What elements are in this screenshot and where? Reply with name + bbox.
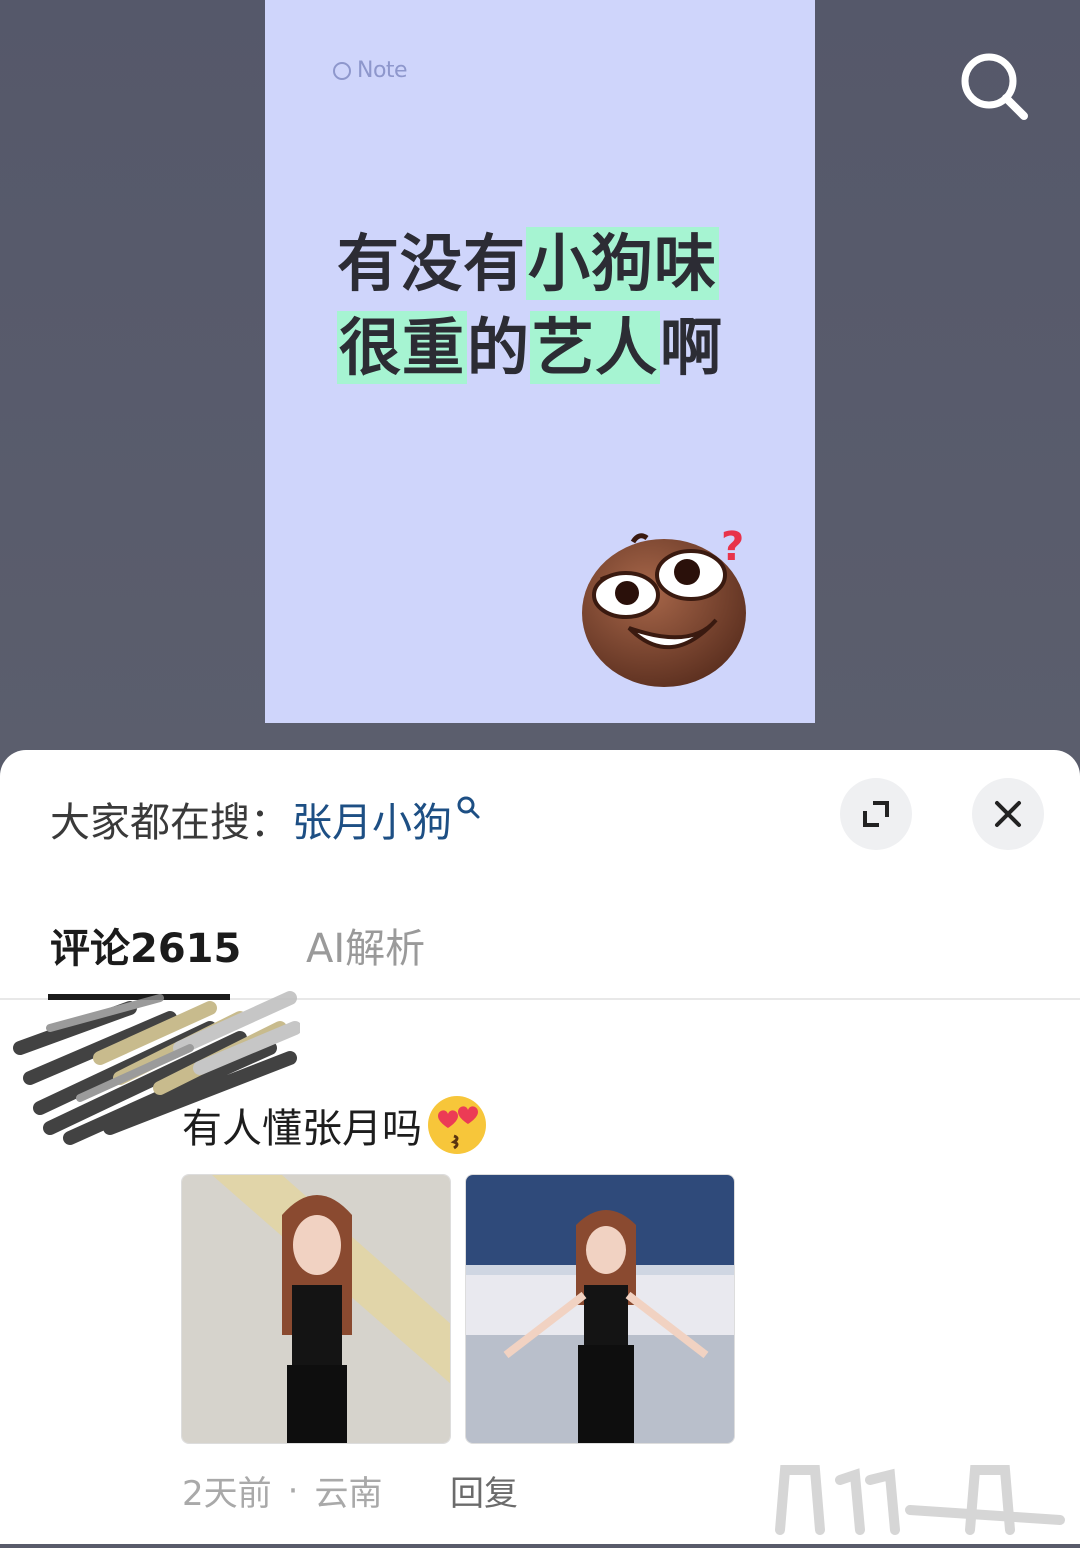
tab-comments-count: 2615 [130,926,242,972]
note-line2-a: 很重 [337,311,468,384]
svg-text:?: ? [721,524,744,570]
note-line1-b: 小狗味 [526,227,720,300]
note-brand: Note [333,58,408,83]
meta-dot: · [287,1470,299,1511]
note-circle-icon [333,61,351,80]
close-icon [995,801,1021,827]
tab-comments-label: 评论 [50,926,130,972]
comment-text: 有人懂张月吗 [182,1094,488,1156]
tab-ai-analysis[interactable]: AI解析 [306,916,425,974]
expand-button[interactable] [840,778,912,850]
close-button[interactable] [972,778,1044,850]
expand-icon [863,801,889,827]
like-area-obscured [760,1460,1080,1544]
comment-photo-1[interactable] [181,1174,451,1444]
tab-comments[interactable]: 评论2615 [50,916,241,974]
comment-photo-2[interactable] [465,1174,735,1444]
comment-location: 云南 [314,1474,383,1514]
note-line1-a: 有没有 [337,227,527,300]
search-small-icon [457,796,480,819]
search-icon[interactable] [958,50,1032,124]
comment-body: 有人懂张月吗 [182,1106,422,1152]
comment-meta: 2天前 · 云南 [182,1466,382,1515]
reply-button[interactable]: 回复 [450,1466,518,1515]
note-line2-c: 艺人 [530,311,661,384]
tab-bar: 评论2615 AI解析 [0,890,1080,1000]
note-line2-b: 的 [467,311,531,384]
note-brand-label: Note [357,58,408,83]
comment-time: 2天前 [182,1474,272,1514]
note-line2-d: 啊 [660,311,724,384]
trend-prefix: 大家都在搜： [50,800,290,846]
trending-search: 大家都在搜： 张月小狗 [50,790,482,848]
note-title: 有没有小狗味 很重的艺人啊 [337,222,767,390]
heart-eyes-kiss-icon [428,1096,486,1154]
note-card[interactable]: Note 有没有小狗味 很重的艺人啊 ? [265,0,815,723]
trend-term-link[interactable]: 张月小狗 [292,790,452,848]
confused-face-icon: ? [581,520,756,690]
